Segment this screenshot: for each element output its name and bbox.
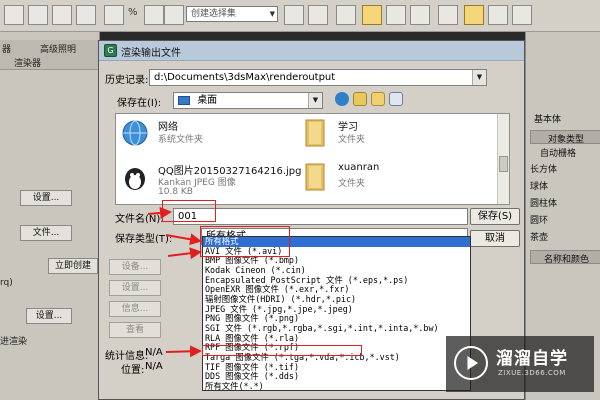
box-button[interactable]: 长方体 bbox=[530, 162, 557, 175]
spinner-snap-icon[interactable] bbox=[144, 5, 164, 25]
save-in-dropdown[interactable]: 桌面 ▼ bbox=[173, 92, 323, 109]
filename-highlight-box bbox=[162, 200, 216, 222]
devices-button[interactable]: 设备... bbox=[109, 259, 161, 275]
minimize-icon[interactable] bbox=[28, 5, 48, 25]
stats-value: N/A bbox=[145, 347, 163, 358]
history-label: 历史记录: bbox=[105, 75, 149, 86]
file-size: 10.8 KB bbox=[158, 187, 193, 197]
main-toolbar: % 创建选择集 bbox=[0, 0, 600, 32]
schematic-view-icon[interactable] bbox=[386, 5, 406, 25]
chevron-down-icon: ▼ bbox=[308, 93, 322, 108]
render-iterative-icon[interactable] bbox=[512, 5, 532, 25]
render-setup-icon[interactable] bbox=[438, 5, 458, 25]
file-name: xuanran bbox=[338, 162, 380, 173]
render-label: 进渲染 bbox=[0, 337, 28, 347]
save-in-label: 保存在(I): bbox=[117, 98, 162, 109]
new-folder-icon[interactable] bbox=[371, 92, 385, 106]
edit-named-selection-icon[interactable] bbox=[164, 5, 184, 25]
name-and-color-label: 名称和颜色 bbox=[544, 255, 590, 265]
view-menu-icon[interactable] bbox=[389, 92, 403, 106]
render-now-button[interactable]: 立即创建 bbox=[48, 258, 98, 274]
play-logo-icon bbox=[454, 346, 488, 380]
auto-grid-checkbox[interactable]: 自动栅格 bbox=[540, 146, 576, 159]
render-production-icon[interactable] bbox=[488, 5, 508, 25]
layer-manager-icon[interactable] bbox=[336, 5, 356, 25]
dialog-titlebar[interactable]: G 渲染输出文件 bbox=[99, 41, 524, 61]
restore-icon[interactable] bbox=[52, 5, 72, 25]
location-value: N/A bbox=[145, 361, 163, 372]
setup-button-2[interactable]: 设置... bbox=[26, 308, 72, 324]
align-icon[interactable] bbox=[308, 5, 328, 25]
watermark: 溜溜自学 ZIXUE.3D66.COM bbox=[446, 336, 594, 392]
sphere-button[interactable]: 球体 bbox=[530, 179, 548, 192]
setup-button[interactable]: 设置... bbox=[20, 190, 72, 206]
files-button[interactable]: 文件... bbox=[20, 225, 72, 241]
targa-highlight-box bbox=[202, 345, 362, 356]
chevron-down-icon: ▼ bbox=[472, 70, 486, 85]
file-name: 网络 bbox=[158, 122, 178, 133]
curve-editor-icon[interactable] bbox=[362, 5, 382, 25]
list-item[interactable]: xuanran 文件夹 bbox=[300, 162, 470, 192]
scrollbar-thumb[interactable] bbox=[499, 156, 508, 172]
back-icon[interactable] bbox=[335, 92, 349, 106]
file-list-scrollbar[interactable] bbox=[497, 114, 509, 204]
list-item[interactable]: QQ图片20150327164216.jpg Kankan JPEG 图像 10… bbox=[120, 162, 301, 202]
file-name: 学习 bbox=[338, 122, 358, 133]
render-setup-panel: 器 高级照明 渲染器 设置... 文件... 立即创建 rq) 设置... 进渲… bbox=[0, 32, 100, 400]
folder-icon bbox=[305, 119, 325, 147]
history-dropdown[interactable]: d:\Documents\3dsMax\renderoutput ▼ bbox=[149, 69, 487, 86]
window-control-icon[interactable] bbox=[4, 5, 24, 25]
list-item[interactable]: 网络 系统文件夹 bbox=[120, 118, 290, 148]
filetype-highlight-box bbox=[200, 226, 290, 257]
cylinder-button[interactable]: 圆柱体 bbox=[530, 196, 557, 209]
percent-snap-icon[interactable]: % bbox=[128, 7, 138, 18]
view-button[interactable]: 查看 bbox=[109, 322, 161, 338]
tab-renderer[interactable]: 渲染器 bbox=[14, 56, 41, 69]
mirror-icon[interactable] bbox=[284, 5, 304, 25]
filename-label: 文件名(N): bbox=[115, 214, 164, 225]
history-value: d:\Documents\3dsMax\renderoutput bbox=[154, 72, 336, 83]
file-type: 文件夹 bbox=[338, 179, 366, 189]
setup-button[interactable]: 设置... bbox=[109, 280, 161, 296]
material-editor-icon[interactable] bbox=[410, 5, 430, 25]
watermark-brand: 溜溜自学 bbox=[496, 349, 568, 369]
file-type: 系统文件夹 bbox=[158, 135, 204, 145]
tab-common[interactable]: 器 bbox=[2, 42, 11, 55]
rendered-frame-window-icon[interactable] bbox=[464, 5, 484, 25]
save-in-value: 桌面 bbox=[197, 95, 218, 106]
file-list[interactable]: 网络 系统文件夹 学习 文件夹 QQ图片20150327164216.jpg K… bbox=[115, 113, 510, 205]
app-icon: G bbox=[104, 44, 117, 57]
dialog-title: 渲染输出文件 bbox=[121, 48, 181, 59]
rq-label: rq) bbox=[0, 278, 13, 288]
filetype-label: 保存类型(T): bbox=[115, 234, 173, 245]
render-setup-tabs: 器 高级照明 渲染器 bbox=[0, 40, 100, 70]
teapot-button[interactable]: 茶壶 bbox=[530, 230, 548, 243]
folder-icon bbox=[305, 163, 325, 191]
tab-advanced-lighting[interactable]: 高级照明 bbox=[40, 42, 76, 55]
snap-toggle-icon[interactable] bbox=[104, 5, 124, 25]
location-label: 位置: bbox=[121, 365, 145, 376]
object-type-label: 对象类型 bbox=[548, 135, 585, 145]
list-item[interactable]: 学习 文件夹 bbox=[300, 118, 470, 148]
cancel-button[interactable]: 取消 bbox=[470, 230, 520, 247]
close-icon[interactable] bbox=[76, 5, 96, 25]
info-button[interactable]: 信息... bbox=[109, 301, 161, 317]
save-button[interactable]: 保存(S) bbox=[470, 208, 520, 225]
filetype-dropdown-list[interactable]: 所有格式 AVI 文件 (*.avi) BMP 图像文件 (*.bmp) Kod… bbox=[202, 236, 471, 391]
image-thumbnail-icon bbox=[125, 168, 145, 190]
file-type: 文件夹 bbox=[338, 135, 366, 145]
filename-input[interactable]: 001 bbox=[173, 208, 468, 225]
torus-button[interactable]: 圆环 bbox=[530, 213, 548, 226]
named-selection-set-dropdown[interactable]: 创建选择集 bbox=[186, 6, 278, 22]
watermark-url: ZIXUE.3D66.COM bbox=[498, 369, 566, 377]
filetype-option[interactable]: 所有文件(*.*) bbox=[203, 381, 470, 390]
up-folder-icon[interactable] bbox=[353, 92, 367, 106]
primitives-dropdown[interactable]: 基本体 bbox=[534, 112, 561, 125]
desktop-icon bbox=[178, 95, 190, 105]
stats-label: 统计信息: bbox=[105, 351, 149, 362]
globe-icon bbox=[122, 120, 148, 146]
